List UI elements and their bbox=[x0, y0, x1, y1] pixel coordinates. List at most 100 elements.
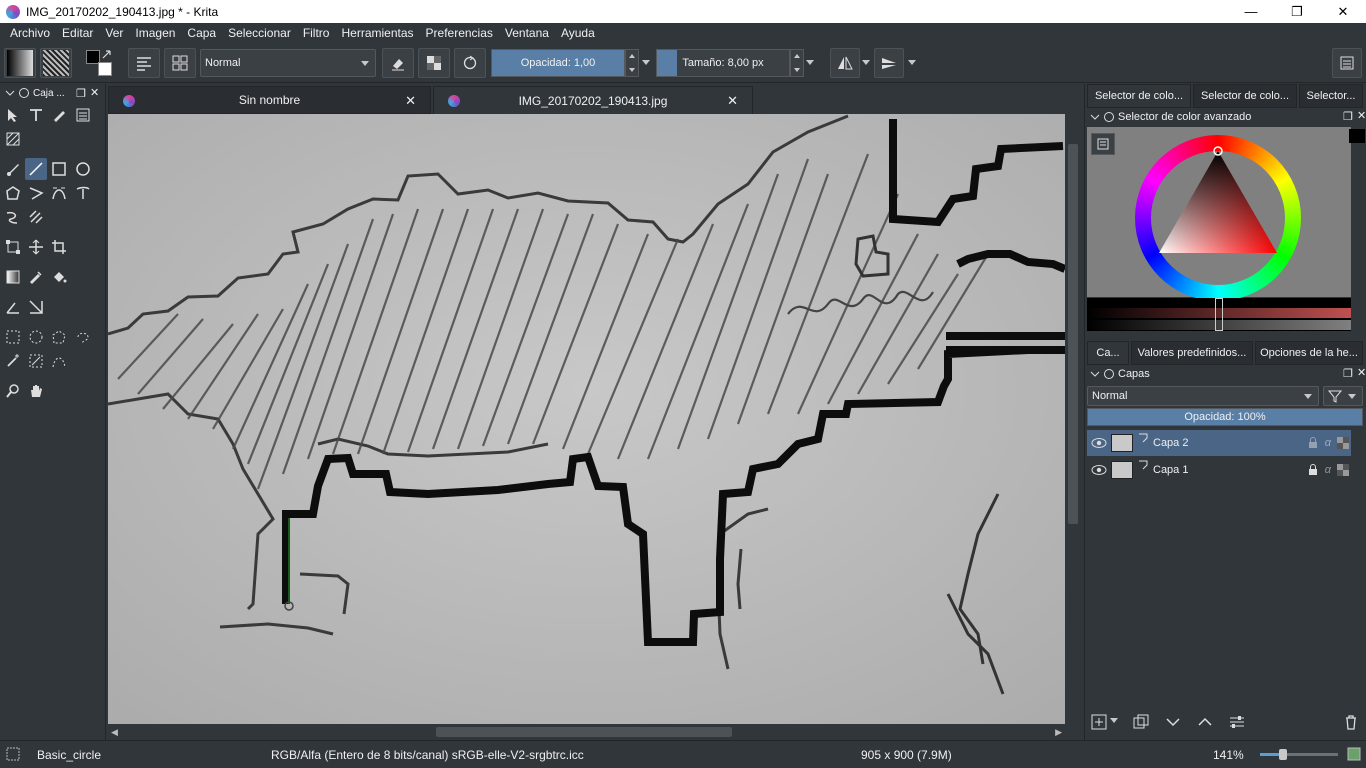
opacity-menu-chevron-icon[interactable] bbox=[642, 60, 650, 65]
collapse-chevron-icon[interactable] bbox=[4, 87, 16, 99]
contiguous-selection-tool[interactable] bbox=[2, 350, 24, 372]
layer-blend-mode-select[interactable]: Normal bbox=[1087, 386, 1319, 406]
zoom-slider-handle[interactable] bbox=[1279, 749, 1288, 760]
zoom-tool[interactable] bbox=[2, 380, 24, 402]
transform-tool[interactable] bbox=[2, 236, 24, 258]
color-selector-settings-button[interactable] bbox=[1091, 133, 1115, 155]
lock-icon[interactable] bbox=[1307, 437, 1319, 449]
add-layer-icon[interactable] bbox=[1091, 714, 1107, 730]
layer-row-capa-1[interactable]: Capa 1 α bbox=[1087, 457, 1351, 483]
layer-name[interactable]: Capa 2 bbox=[1153, 437, 1307, 449]
tab-tool-options[interactable]: Opciones de la he... bbox=[1255, 341, 1363, 365]
mirror-horizontal-chevron-icon[interactable] bbox=[862, 60, 870, 65]
opacity-slider[interactable]: Opacidad: 1,00 bbox=[491, 49, 625, 77]
menu-herramientas[interactable]: Herramientas bbox=[335, 26, 419, 40]
assistant-tool[interactable] bbox=[25, 296, 47, 318]
duplicate-layer-icon[interactable] bbox=[1133, 714, 1149, 730]
measure-tool[interactable] bbox=[2, 296, 24, 318]
gradient-picker-button[interactable] bbox=[4, 48, 36, 78]
close-window-button[interactable]: ✕ bbox=[1320, 0, 1366, 23]
canvas-only-toggle-icon[interactable] bbox=[1347, 747, 1361, 761]
lock-icon[interactable] bbox=[1307, 464, 1319, 476]
visibility-eye-icon[interactable] bbox=[1091, 463, 1107, 477]
select-shapes-tool[interactable] bbox=[2, 104, 24, 126]
close-docker-icon[interactable]: ✕ bbox=[1357, 109, 1366, 122]
pattern-picker-button[interactable] bbox=[40, 48, 72, 78]
pattern-editing-tool[interactable] bbox=[2, 128, 24, 150]
close-tab-icon[interactable]: ✕ bbox=[727, 93, 738, 109]
blend-mode-select[interactable]: Normal bbox=[200, 49, 376, 77]
bezier-curve-tool[interactable] bbox=[48, 182, 70, 204]
move-layer-down-icon[interactable] bbox=[1165, 714, 1181, 730]
edit-brush-settings-button[interactable] bbox=[128, 48, 160, 78]
collapse-chevron-icon[interactable] bbox=[1089, 111, 1101, 123]
saturation-value-triangle[interactable] bbox=[1135, 135, 1301, 301]
add-layer-chevron-icon[interactable] bbox=[1110, 718, 1118, 723]
brush-presets-button[interactable] bbox=[164, 48, 196, 78]
lock-docker-icon[interactable] bbox=[18, 87, 30, 99]
close-tab-icon[interactable]: ✕ bbox=[405, 93, 416, 109]
menu-seleccionar[interactable]: Seleccionar bbox=[222, 26, 297, 40]
tab-layers[interactable]: Ca... bbox=[1087, 341, 1129, 365]
layer-row-capa-2[interactable]: Capa 2 α bbox=[1087, 430, 1351, 456]
text-tool[interactable] bbox=[25, 104, 47, 126]
menu-ventana[interactable]: Ventana bbox=[499, 26, 555, 40]
menu-filtro[interactable]: Filtro bbox=[297, 26, 336, 40]
pan-tool[interactable] bbox=[25, 380, 47, 402]
close-docker-icon[interactable]: ✕ bbox=[1357, 366, 1366, 379]
minimize-button[interactable]: — bbox=[1228, 0, 1274, 23]
edit-shapes-tool[interactable] bbox=[72, 104, 94, 126]
color-picker-tool[interactable] bbox=[25, 266, 47, 288]
elliptical-selection-tool[interactable] bbox=[25, 326, 47, 348]
maximize-button[interactable]: ❐ bbox=[1274, 0, 1320, 23]
float-docker-icon[interactable]: ❐ bbox=[1343, 110, 1353, 123]
visibility-eye-icon[interactable] bbox=[1091, 436, 1107, 450]
vertical-scroll-thumb[interactable] bbox=[1068, 144, 1078, 524]
menu-archivo[interactable]: Archivo bbox=[4, 26, 56, 40]
close-docker-icon[interactable]: ✕ bbox=[90, 86, 99, 99]
menu-ver[interactable]: Ver bbox=[99, 26, 129, 40]
eraser-mode-button[interactable] bbox=[382, 48, 414, 78]
tab-color-selector-3[interactable]: Selector... bbox=[1299, 84, 1363, 108]
lock-docker-icon[interactable] bbox=[1103, 368, 1115, 380]
dynamic-brush-tool[interactable] bbox=[2, 206, 24, 228]
freehand-selection-tool[interactable] bbox=[72, 326, 94, 348]
tool-options-toggle-button[interactable] bbox=[1332, 48, 1362, 78]
alpha-lock-icon[interactable]: α bbox=[1325, 464, 1331, 476]
alpha-lock-icon[interactable]: α bbox=[1325, 437, 1331, 449]
inherit-alpha-icon[interactable] bbox=[1337, 437, 1349, 449]
tab-color-selector-1[interactable]: Selector de colo... bbox=[1087, 84, 1191, 108]
ellipse-tool[interactable] bbox=[72, 158, 94, 180]
line-tool[interactable] bbox=[25, 158, 47, 180]
layer-name[interactable]: Capa 1 bbox=[1153, 464, 1307, 476]
inherit-alpha-icon[interactable] bbox=[1337, 464, 1349, 476]
freehand-path-tool[interactable] bbox=[72, 182, 94, 204]
tab-brush-presets[interactable]: Valores predefinidos... bbox=[1131, 341, 1253, 365]
reload-preset-button[interactable] bbox=[454, 48, 486, 78]
mirror-vertical-chevron-icon[interactable] bbox=[908, 60, 916, 65]
multibrush-tool[interactable] bbox=[25, 206, 47, 228]
calligraphy-tool[interactable] bbox=[48, 104, 70, 126]
float-docker-icon[interactable]: ❐ bbox=[76, 87, 86, 100]
menu-capa[interactable]: Capa bbox=[181, 26, 222, 40]
polygonal-selection-tool[interactable] bbox=[48, 326, 70, 348]
gradient-tool[interactable] bbox=[2, 266, 24, 288]
menu-preferencias[interactable]: Preferencias bbox=[420, 26, 499, 40]
size-spin-buttons[interactable] bbox=[790, 49, 804, 77]
fill-tool[interactable] bbox=[48, 266, 70, 288]
rectangle-tool[interactable] bbox=[48, 158, 70, 180]
color-history-bars[interactable] bbox=[1087, 298, 1351, 331]
zoom-slider-track[interactable] bbox=[1260, 749, 1338, 760]
layer-opacity-slider[interactable]: Opacidad: 100% bbox=[1087, 408, 1363, 426]
layer-properties-icon[interactable] bbox=[1229, 714, 1245, 730]
tab-color-selector-2[interactable]: Selector de colo... bbox=[1193, 84, 1297, 108]
freehand-brush-tool[interactable] bbox=[2, 158, 24, 180]
swap-colors-icon[interactable] bbox=[102, 50, 114, 60]
lock-docker-icon[interactable] bbox=[1103, 111, 1115, 123]
horizontal-scrollbar[interactable]: ◀ ▶ bbox=[108, 724, 1065, 740]
brush-preview-icon[interactable] bbox=[6, 747, 20, 761]
similar-color-selection-tool[interactable] bbox=[25, 350, 47, 372]
menu-editar[interactable]: Editar bbox=[56, 26, 99, 40]
size-slider[interactable]: Tamaño: 8,00 px bbox=[656, 49, 790, 77]
menu-imagen[interactable]: Imagen bbox=[129, 26, 181, 40]
